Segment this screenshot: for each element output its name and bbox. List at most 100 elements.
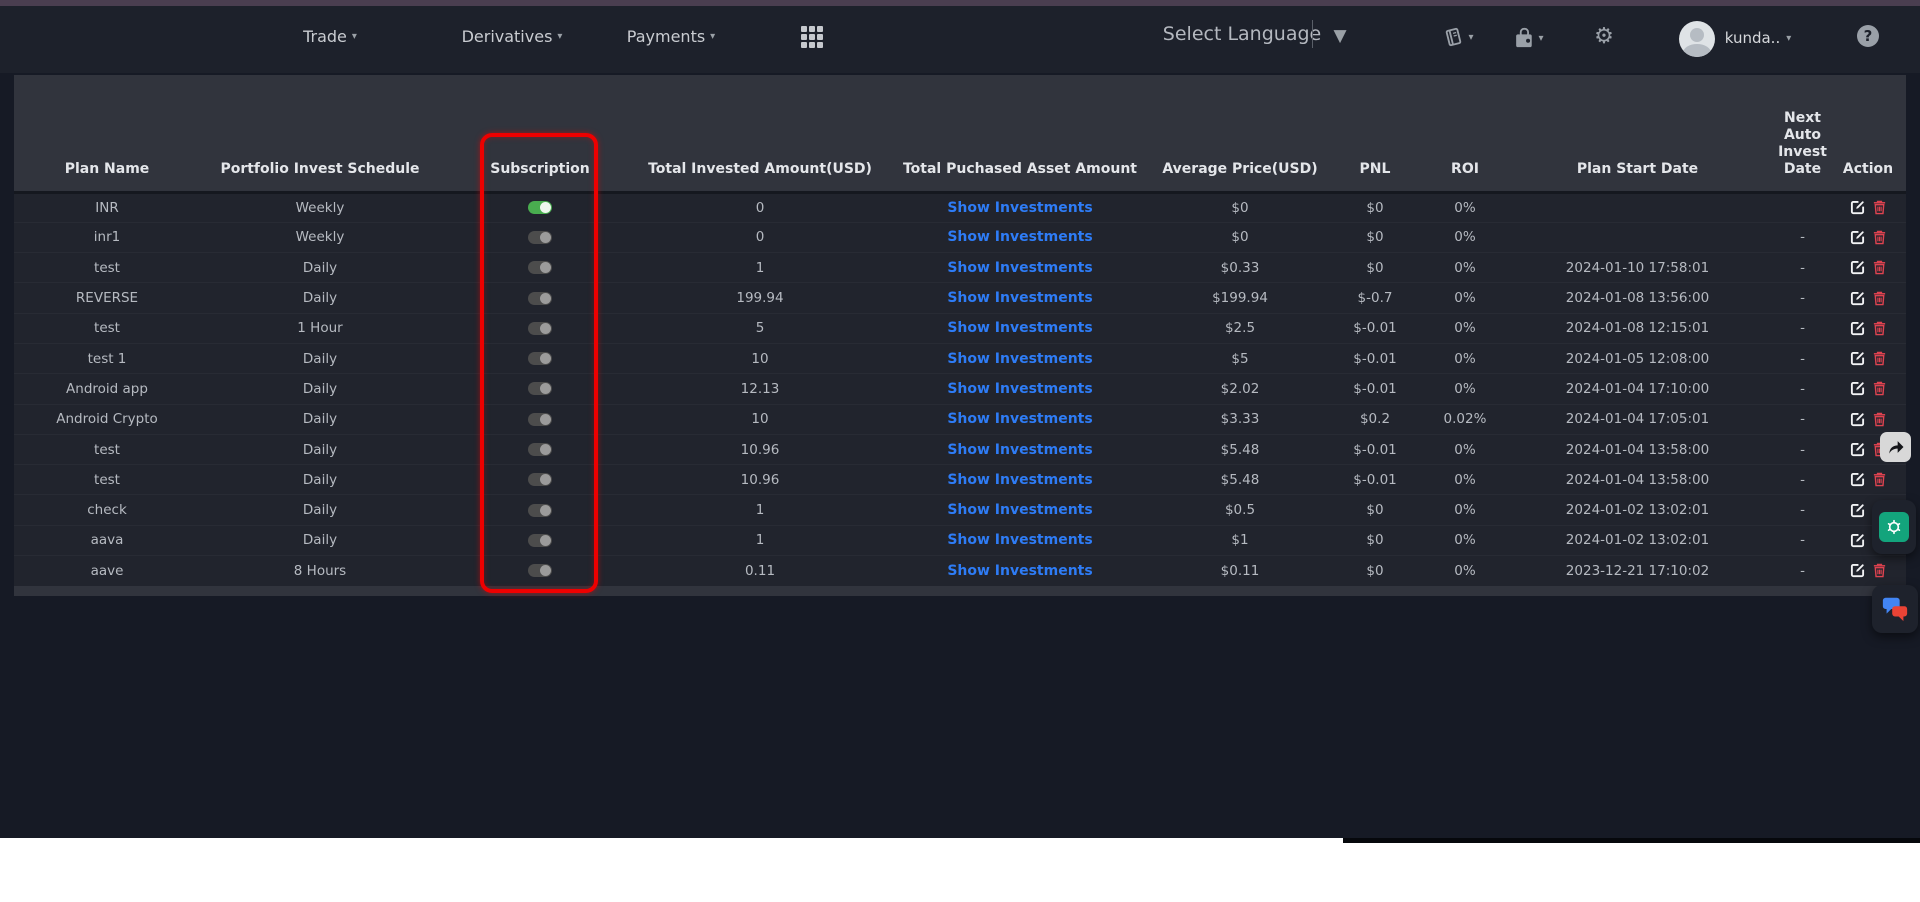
subscription-toggle[interactable] [528,413,552,426]
action-cell [1830,343,1906,373]
delete-trash-icon[interactable] [1872,321,1887,336]
nav-trade[interactable]: Trade ▾ [303,27,357,46]
table-row: Android Crypto Daily 10 Show Investments… [14,404,1906,434]
delete-trash-icon[interactable] [1872,230,1887,245]
roi-cell: 0% [1430,525,1500,555]
toggle-knob [540,202,551,213]
show-investments-link[interactable]: Show Investments [947,472,1092,488]
plan-name-cell: inr1 [14,222,200,252]
roi-cell: 0% [1430,465,1500,495]
delete-trash-icon[interactable] [1872,412,1887,427]
delete-trash-icon[interactable] [1872,351,1887,366]
apps-grid-icon[interactable] [801,26,823,48]
purchased-cell: Show Investments [880,343,1160,373]
show-investments-link[interactable]: Show Investments [947,200,1092,216]
show-investments-link[interactable]: Show Investments [947,502,1092,518]
edit-icon[interactable] [1850,412,1865,427]
wallet-menu[interactable]: ▾ [1512,26,1543,50]
subscription-cell [440,374,640,404]
show-investments-link[interactable]: Show Investments [947,532,1092,548]
table-row: REVERSE Daily 199.94 Show Investments $1… [14,283,1906,313]
settings-gear-icon[interactable]: ⚙ [1594,26,1614,48]
select-language[interactable]: Select Language [1163,23,1321,45]
plan-name-cell: test [14,253,200,283]
translate-chat-widget[interactable] [1872,585,1918,633]
start-date-cell: 2024-01-04 17:05:01 [1500,404,1775,434]
roi-cell: 0% [1430,313,1500,343]
subscription-cell [440,313,640,343]
delete-trash-icon[interactable] [1872,563,1887,578]
subscription-toggle[interactable] [528,322,552,335]
subscription-toggle[interactable] [528,443,552,456]
language-dropdown-caret-icon[interactable]: ▼ [1333,26,1346,46]
col-action: Action [1830,75,1906,192]
schedule-cell: Daily [200,495,440,525]
avg-price-cell: $5.48 [1160,465,1320,495]
roi-cell: 0% [1430,556,1500,586]
edit-icon[interactable] [1850,291,1865,306]
edit-icon[interactable] [1850,200,1865,215]
orders-book-menu[interactable]: ▾ [1442,26,1473,48]
table-row: INR Weekly 0 Show Investments $0 $0 0% [14,192,1906,222]
delete-trash-icon[interactable] [1872,260,1887,275]
pnl-cell: $0.2 [1320,404,1430,434]
show-investments-link[interactable]: Show Investments [947,229,1092,245]
delete-trash-icon[interactable] [1872,200,1887,215]
subscription-toggle[interactable] [528,352,552,365]
roi-cell: 0% [1430,222,1500,252]
subscription-toggle[interactable] [528,534,552,547]
edit-icon[interactable] [1850,563,1865,578]
chevron-down-icon: ▾ [352,31,357,42]
subscription-toggle[interactable] [528,292,552,305]
subscription-toggle[interactable] [528,382,552,395]
help-icon[interactable]: ? [1857,25,1879,47]
edit-icon[interactable] [1850,230,1865,245]
plan-name-cell: aave [14,556,200,586]
edit-icon[interactable] [1850,321,1865,336]
edit-icon[interactable] [1850,351,1865,366]
next-date-cell: - [1775,465,1830,495]
pnl-cell: $0 [1320,556,1430,586]
user-menu[interactable]: kunda.. ▾ [1725,29,1792,47]
pnl-cell: $0 [1320,525,1430,555]
edit-icon[interactable] [1850,533,1865,548]
show-investments-link[interactable]: Show Investments [947,260,1092,276]
roi-cell: 0.02% [1430,404,1500,434]
avg-price-cell: $5 [1160,343,1320,373]
show-investments-link[interactable]: Show Investments [947,290,1092,306]
nav-derivatives[interactable]: Derivatives ▾ [462,27,563,46]
edit-icon[interactable] [1850,442,1865,457]
subscription-toggle[interactable] [528,473,552,486]
table-row: test Daily 10.96 Show Investments $5.48 … [14,465,1906,495]
nav-payments[interactable]: Payments ▾ [627,27,715,46]
invested-cell: 5 [640,313,880,343]
purchased-cell: Show Investments [880,192,1160,222]
edit-icon[interactable] [1850,472,1865,487]
subscription-toggle[interactable] [528,564,552,577]
avg-price-cell: $0 [1160,222,1320,252]
edit-icon[interactable] [1850,260,1865,275]
show-investments-link[interactable]: Show Investments [947,351,1092,367]
edit-icon[interactable] [1850,503,1865,518]
show-investments-link[interactable]: Show Investments [947,442,1092,458]
table-row: test 1 Hour 5 Show Investments $2.5 $-0.… [14,313,1906,343]
table-row: inr1 Weekly 0 Show Investments $0 $0 0% … [14,222,1906,252]
show-investments-link[interactable]: Show Investments [947,563,1092,579]
delete-trash-icon[interactable] [1872,472,1887,487]
roi-cell: 0% [1430,374,1500,404]
delete-trash-icon[interactable] [1872,291,1887,306]
delete-trash-icon[interactable] [1872,381,1887,396]
subscription-toggle[interactable] [528,201,552,214]
subscription-toggle[interactable] [528,231,552,244]
edit-icon[interactable] [1850,381,1865,396]
roi-cell: 0% [1430,343,1500,373]
subscription-toggle[interactable] [528,504,552,517]
chevron-down-icon: ▾ [1468,32,1473,43]
show-investments-link[interactable]: Show Investments [947,320,1092,336]
subscription-toggle[interactable] [528,261,552,274]
show-investments-link[interactable]: Show Investments [947,381,1092,397]
avatar[interactable] [1679,21,1715,57]
share-button[interactable] [1880,432,1911,462]
show-investments-link[interactable]: Show Investments [947,411,1092,427]
chatgpt-extension-widget[interactable] [1872,500,1916,554]
